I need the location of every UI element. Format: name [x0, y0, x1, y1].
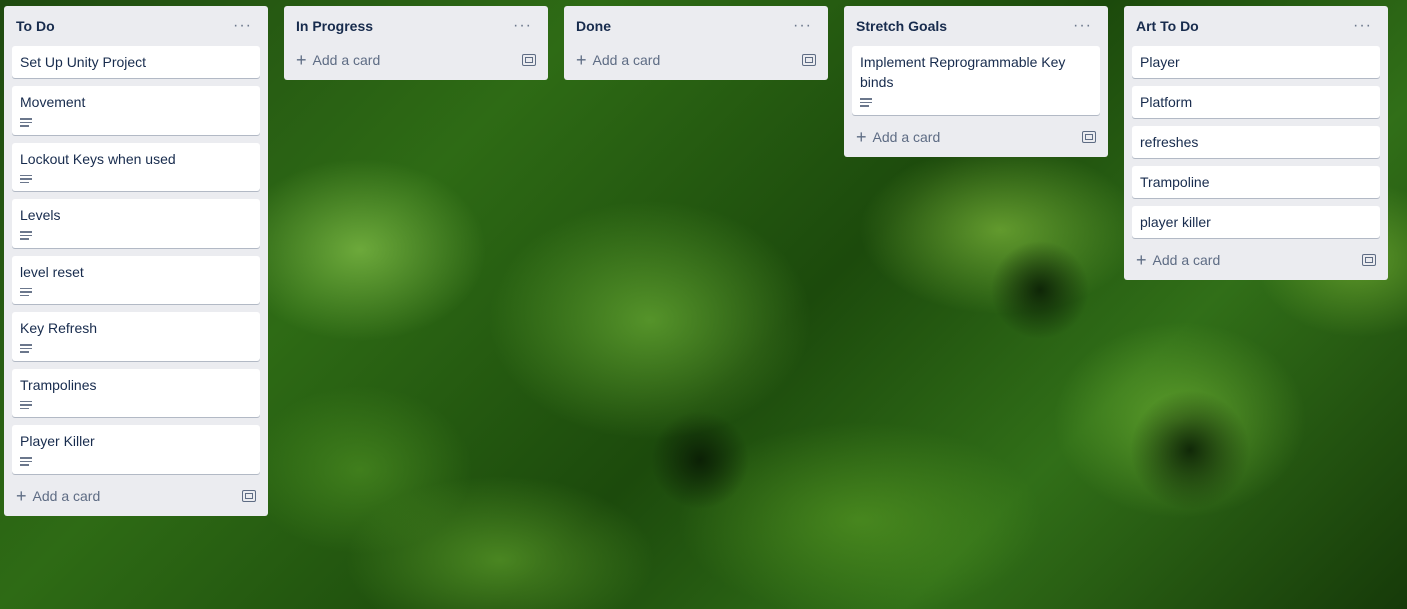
card[interactable]: level reset — [12, 255, 260, 304]
card-title: Lockout Keys when used — [20, 150, 176, 167]
plus-icon: + — [296, 50, 307, 70]
add-card-label: Add a card — [1152, 252, 1221, 268]
card-title: Player — [1140, 54, 1180, 70]
more-horizontal-icon[interactable]: ··· — [1349, 18, 1376, 34]
add-card-left: + Add a card — [856, 128, 940, 146]
card-template-icon[interactable] — [802, 54, 816, 66]
card[interactable]: player killer — [1132, 206, 1380, 238]
list-header[interactable]: Done ··· — [572, 6, 820, 46]
description-icon — [20, 457, 32, 466]
more-horizontal-icon[interactable]: ··· — [789, 18, 816, 34]
add-card-button[interactable]: + Add a card — [852, 123, 1100, 151]
add-card-label: Add a card — [32, 487, 101, 504]
card-title: Key Refresh — [20, 320, 98, 336]
card[interactable]: Player Killer — [12, 425, 260, 474]
card[interactable]: Player — [1132, 46, 1380, 78]
card-title: Implement Reprogrammable Key binds — [860, 54, 1066, 90]
plus-icon: + — [16, 485, 27, 506]
list-header[interactable]: Stretch Goals ··· — [852, 6, 1100, 46]
card[interactable]: Levels — [12, 199, 260, 248]
card[interactable]: Trampoline — [1132, 166, 1380, 198]
card-title: Trampolines — [20, 376, 97, 393]
plus-icon: + — [1136, 250, 1147, 270]
plus-icon: + — [856, 126, 867, 147]
list-header[interactable]: Art To Do ··· — [1132, 6, 1380, 46]
list-done: Done ··· + Add a card — [564, 6, 828, 80]
add-card-button[interactable]: + Add a card — [292, 46, 540, 74]
card-title: level reset — [20, 263, 84, 280]
list-art-to-do: Art To Do ··· Player Platform refreshes Tramp… — [1124, 6, 1388, 280]
card[interactable]: Trampolines — [12, 368, 260, 417]
card-title: Player Killer — [20, 433, 95, 449]
add-card-label: Add a card — [872, 128, 941, 145]
list-to-do: To Do ··· Set Up Unity Project Movement Lock… — [4, 6, 268, 516]
card-template-icon[interactable] — [522, 54, 536, 66]
add-card-button[interactable]: + Add a card — [12, 482, 260, 510]
card-title: Levels — [20, 207, 61, 223]
description-icon — [20, 344, 32, 353]
card-title: player killer — [1140, 214, 1211, 230]
card-template-icon[interactable] — [242, 489, 256, 502]
add-card-left: + Add a card — [16, 487, 100, 505]
list-title[interactable]: In Progress — [296, 18, 373, 34]
card-title: refreshes — [1140, 134, 1199, 150]
description-icon — [20, 287, 32, 296]
description-icon — [20, 118, 32, 127]
card[interactable]: refreshes — [1132, 126, 1380, 158]
list-title[interactable]: Art To Do — [1136, 18, 1199, 34]
list-in-progress: In Progress ··· + Add a card — [284, 6, 548, 80]
description-icon — [20, 174, 32, 183]
plus-icon: + — [576, 50, 587, 70]
list-title[interactable]: Done — [576, 18, 611, 34]
add-card-label: Add a card — [592, 52, 661, 68]
more-horizontal-icon[interactable]: ··· — [229, 18, 256, 34]
add-card-button[interactable]: + Add a card — [1132, 246, 1380, 274]
list-header[interactable]: In Progress ··· — [292, 6, 540, 46]
description-icon — [20, 400, 32, 409]
card[interactable]: Key Refresh — [12, 312, 260, 361]
card-title: Set Up Unity Project — [20, 54, 147, 70]
description-icon — [20, 231, 32, 240]
card-title: Movement — [20, 94, 86, 110]
list-header[interactable]: To Do ··· — [12, 6, 260, 46]
card[interactable]: Set Up Unity Project — [12, 46, 260, 78]
card[interactable]: Movement — [12, 86, 260, 135]
list-title[interactable]: Stretch Goals — [856, 18, 947, 34]
add-card-button[interactable]: + Add a card — [572, 46, 820, 74]
card-title: Trampoline — [1140, 174, 1210, 190]
card[interactable]: Lockout Keys when used — [12, 142, 260, 191]
card[interactable]: Implement Reprogrammable Key binds — [852, 46, 1100, 115]
add-card-left: + Add a card — [296, 51, 380, 69]
add-card-left: + Add a card — [576, 51, 660, 69]
list-title[interactable]: To Do — [16, 18, 55, 34]
card-template-icon[interactable] — [1362, 254, 1376, 266]
add-card-left: + Add a card — [1136, 251, 1220, 269]
add-card-label: Add a card — [312, 52, 381, 68]
card[interactable]: Platform — [1132, 86, 1380, 118]
card-title: Platform — [1140, 94, 1193, 110]
more-horizontal-icon[interactable]: ··· — [1069, 18, 1096, 34]
list-stretch-goals: Stretch Goals ··· Implement Reprogrammable… — [844, 6, 1108, 157]
card-template-icon[interactable] — [1082, 130, 1096, 143]
description-icon — [860, 98, 872, 107]
more-horizontal-icon[interactable]: ··· — [509, 18, 536, 34]
